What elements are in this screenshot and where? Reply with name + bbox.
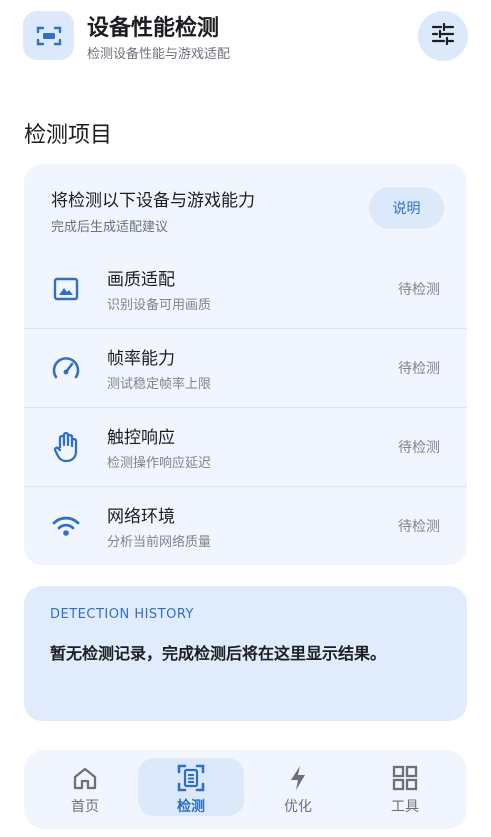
speedometer-icon xyxy=(51,353,81,383)
nav-label: 首页 xyxy=(71,799,99,815)
card-subtitle: 完成后生成适配建议 xyxy=(51,220,169,235)
detection-item-frame-rate[interactable]: 帧率能力 测试稳定帧率上限 待检测 xyxy=(24,328,467,408)
detection-history-card: DETECTION HISTORY 暂无检测记录，完成检测后将在这里显示结果。 xyxy=(24,586,467,721)
nav-item-optimize[interactable]: 优化 xyxy=(245,758,351,816)
wifi-icon xyxy=(51,511,81,541)
detection-item-image-quality[interactable]: 画质适配 识别设备可用画质 待检测 xyxy=(24,250,467,329)
item-title: 帧率能力 xyxy=(107,349,175,369)
detection-item-touch-response[interactable]: 触控响应 检测操作响应延迟 待检测 xyxy=(24,407,467,487)
hand-touch-icon xyxy=(51,431,81,463)
history-empty-text: 暂无检测记录，完成检测后将在这里显示结果。 xyxy=(50,644,387,663)
item-subtitle: 测试稳定帧率上限 xyxy=(107,377,212,392)
lightning-icon xyxy=(284,764,312,792)
item-subtitle: 识别设备可用画质 xyxy=(107,298,212,313)
item-subtitle: 分析当前网络质量 xyxy=(107,535,212,550)
nav-item-home[interactable]: 首页 xyxy=(32,758,138,816)
item-title: 画质适配 xyxy=(107,270,175,290)
page-subtitle: 检测设备性能与游戏适配 xyxy=(87,47,231,62)
item-status: 待检测 xyxy=(398,519,440,535)
item-subtitle: 检测操作响应延迟 xyxy=(107,456,212,471)
home-icon xyxy=(71,764,99,792)
page-title: 设备性能检测 xyxy=(87,16,220,41)
scan-document-icon xyxy=(177,764,205,792)
detection-item-network[interactable]: 网络环境 分析当前网络质量 待检测 xyxy=(24,486,467,565)
item-title: 触控响应 xyxy=(107,428,175,448)
detection-items-card: 将检测以下设备与游戏能力 完成后生成适配建议 说明 画质适配 识别设备可用画质 … xyxy=(24,164,467,565)
item-title: 网络环境 xyxy=(107,507,175,527)
item-status: 待检测 xyxy=(398,361,440,377)
nav-label: 检测 xyxy=(177,799,205,815)
explain-button[interactable]: 说明 xyxy=(369,187,444,229)
grid-icon xyxy=(391,764,419,792)
nav-item-detect[interactable]: 检测 xyxy=(138,758,244,816)
card-title: 将检测以下设备与游戏能力 xyxy=(51,191,255,211)
item-status: 待检测 xyxy=(398,282,440,298)
nav-label: 优化 xyxy=(284,799,312,815)
settings-button[interactable] xyxy=(418,11,468,61)
app-header: 设备性能检测 检测设备性能与游戏适配 xyxy=(0,0,491,72)
section-title: 检测项目 xyxy=(24,123,113,148)
image-icon xyxy=(51,274,81,304)
item-status: 待检测 xyxy=(398,440,440,456)
history-label: DETECTION HISTORY xyxy=(50,607,194,622)
scan-screen-icon xyxy=(23,11,74,60)
nav-label: 工具 xyxy=(391,799,419,815)
tune-sliders-icon xyxy=(431,22,455,49)
nav-item-tools[interactable]: 工具 xyxy=(352,758,458,816)
bottom-navigation: 首页 检测 优化 工具 xyxy=(24,750,467,829)
